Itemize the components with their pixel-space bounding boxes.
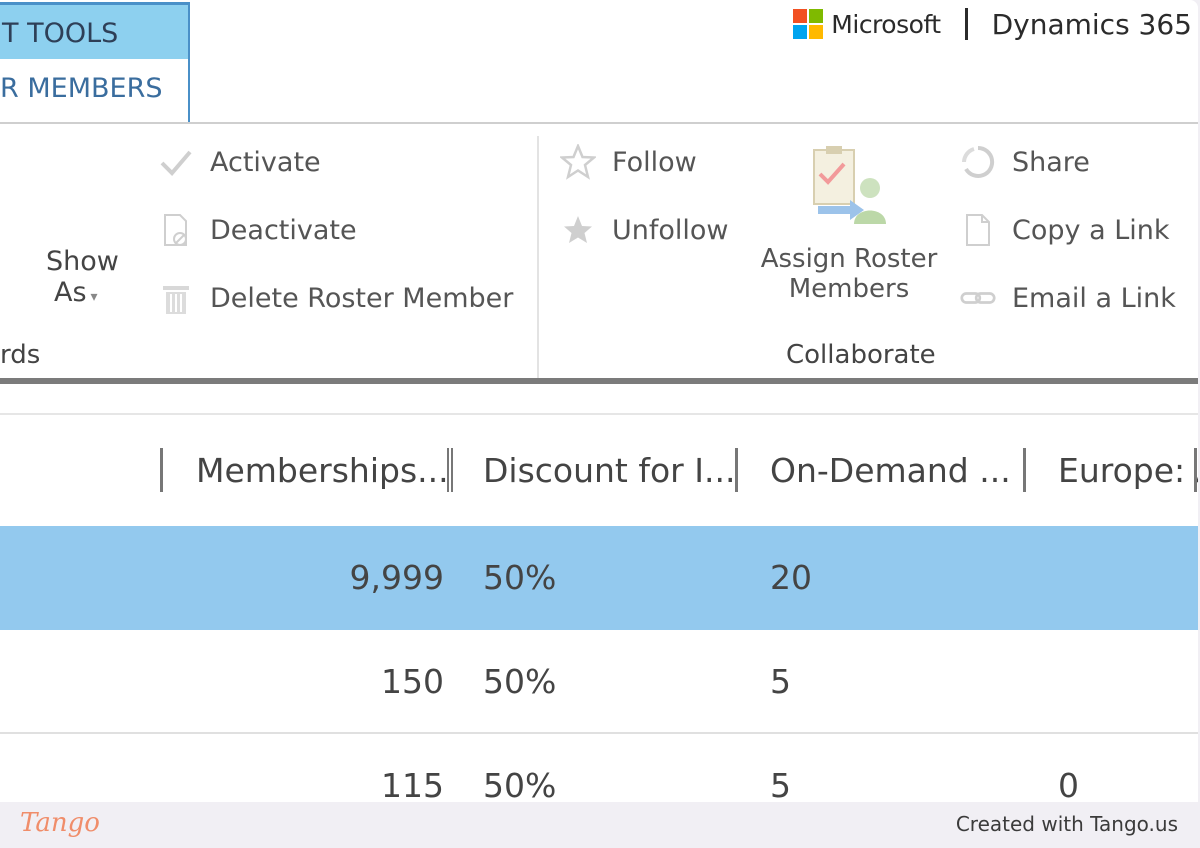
link-icon (960, 280, 996, 316)
show-as-label-line1: Show (46, 246, 119, 277)
cell-discount: 50% (483, 558, 557, 597)
assign-users-icon (804, 144, 894, 240)
deactivate-label: Deactivate (210, 214, 357, 246)
cell-on-demand: 5 (770, 766, 791, 802)
ribbon-bottom-border (0, 378, 1198, 384)
deactivate-icon (158, 212, 194, 248)
show-as-label-line2: As (54, 277, 87, 308)
column-separator[interactable] (735, 448, 738, 492)
email-link-label: Email a Link (1012, 282, 1176, 314)
unfollow-button[interactable]: Unfollow (560, 212, 729, 248)
column-separator[interactable] (447, 448, 453, 492)
table-row[interactable] (0, 630, 1198, 734)
activate-label: Activate (210, 146, 321, 178)
records-group-label: rds (0, 340, 41, 370)
app-window: T TOOLS R MEMBERS Microsoft Dynamics 365… (0, 0, 1198, 802)
assign-label-line1: Assign Roster (760, 244, 938, 274)
share-label: Share (1012, 146, 1090, 178)
star-filled-icon (560, 212, 596, 248)
assign-roster-members-button[interactable]: Assign Roster Members (758, 144, 940, 304)
share-button[interactable]: Share (960, 144, 1090, 180)
column-header-discount[interactable]: Discount for I... (483, 440, 735, 500)
context-tab-group-label: T TOOLS (2, 18, 119, 49)
footer-credit[interactable]: Created with Tango.us (956, 812, 1178, 836)
product-name[interactable]: Dynamics 365 (992, 8, 1192, 41)
cell-discount: 50% (483, 662, 557, 701)
tab-roster-members-label: R MEMBERS (0, 73, 163, 104)
column-separator[interactable] (160, 448, 163, 492)
column-separator[interactable] (1194, 448, 1197, 492)
microsoft-logo-icon (793, 9, 824, 39)
star-outline-icon (560, 144, 596, 180)
delete-roster-member-button[interactable]: Delete Roster Member (158, 280, 513, 316)
column-header-memberships[interactable]: Memberships... (196, 440, 449, 500)
email-link-button[interactable]: Email a Link (960, 280, 1176, 316)
column-header-europe[interactable]: Europe: A (1058, 440, 1198, 500)
table-row[interactable] (0, 526, 1198, 630)
collaborate-group-label: Collaborate (786, 340, 936, 370)
trash-icon (158, 280, 194, 316)
table-row[interactable] (0, 734, 1198, 802)
follow-button[interactable]: Follow (560, 144, 697, 180)
unfollow-label: Unfollow (612, 214, 729, 246)
column-header-on-demand[interactable]: On-Demand ... (770, 440, 1011, 500)
context-tab-group[interactable]: T TOOLS (0, 2, 190, 59)
copy-link-label: Copy a Link (1012, 214, 1170, 246)
activate-button[interactable]: Activate (158, 144, 321, 180)
document-icon (960, 212, 996, 248)
cell-memberships: 150 (381, 662, 444, 701)
cell-memberships: 115 (381, 766, 444, 802)
copy-link-button[interactable]: Copy a Link (960, 212, 1170, 248)
cell-discount: 50% (483, 766, 557, 802)
ribbon-group-divider (537, 136, 539, 378)
brand-header: Microsoft Dynamics 365 (793, 4, 1192, 44)
brand-divider (964, 8, 968, 40)
tango-logo[interactable]: Tango (20, 808, 100, 838)
deactivate-button[interactable]: Deactivate (158, 212, 357, 248)
cell-on-demand: 20 (770, 558, 812, 597)
grid-top-border (0, 413, 1198, 415)
dropdown-arrow-icon: ▾ (90, 289, 98, 305)
assign-label-line2: Members (788, 274, 910, 304)
follow-label: Follow (612, 146, 697, 178)
column-separator[interactable] (1023, 448, 1026, 492)
tab-roster-members[interactable]: R MEMBERS (0, 59, 190, 122)
share-icon (960, 144, 996, 180)
delete-roster-member-label: Delete Roster Member (210, 282, 514, 314)
cell-memberships: 9,999 (349, 558, 444, 597)
company-name: Microsoft (831, 9, 941, 39)
cell-europe: 0 (1058, 766, 1079, 802)
show-as-button[interactable]: Show As ▾ (46, 246, 119, 308)
cell-on-demand: 5 (770, 662, 791, 701)
checkmark-icon (158, 144, 194, 180)
